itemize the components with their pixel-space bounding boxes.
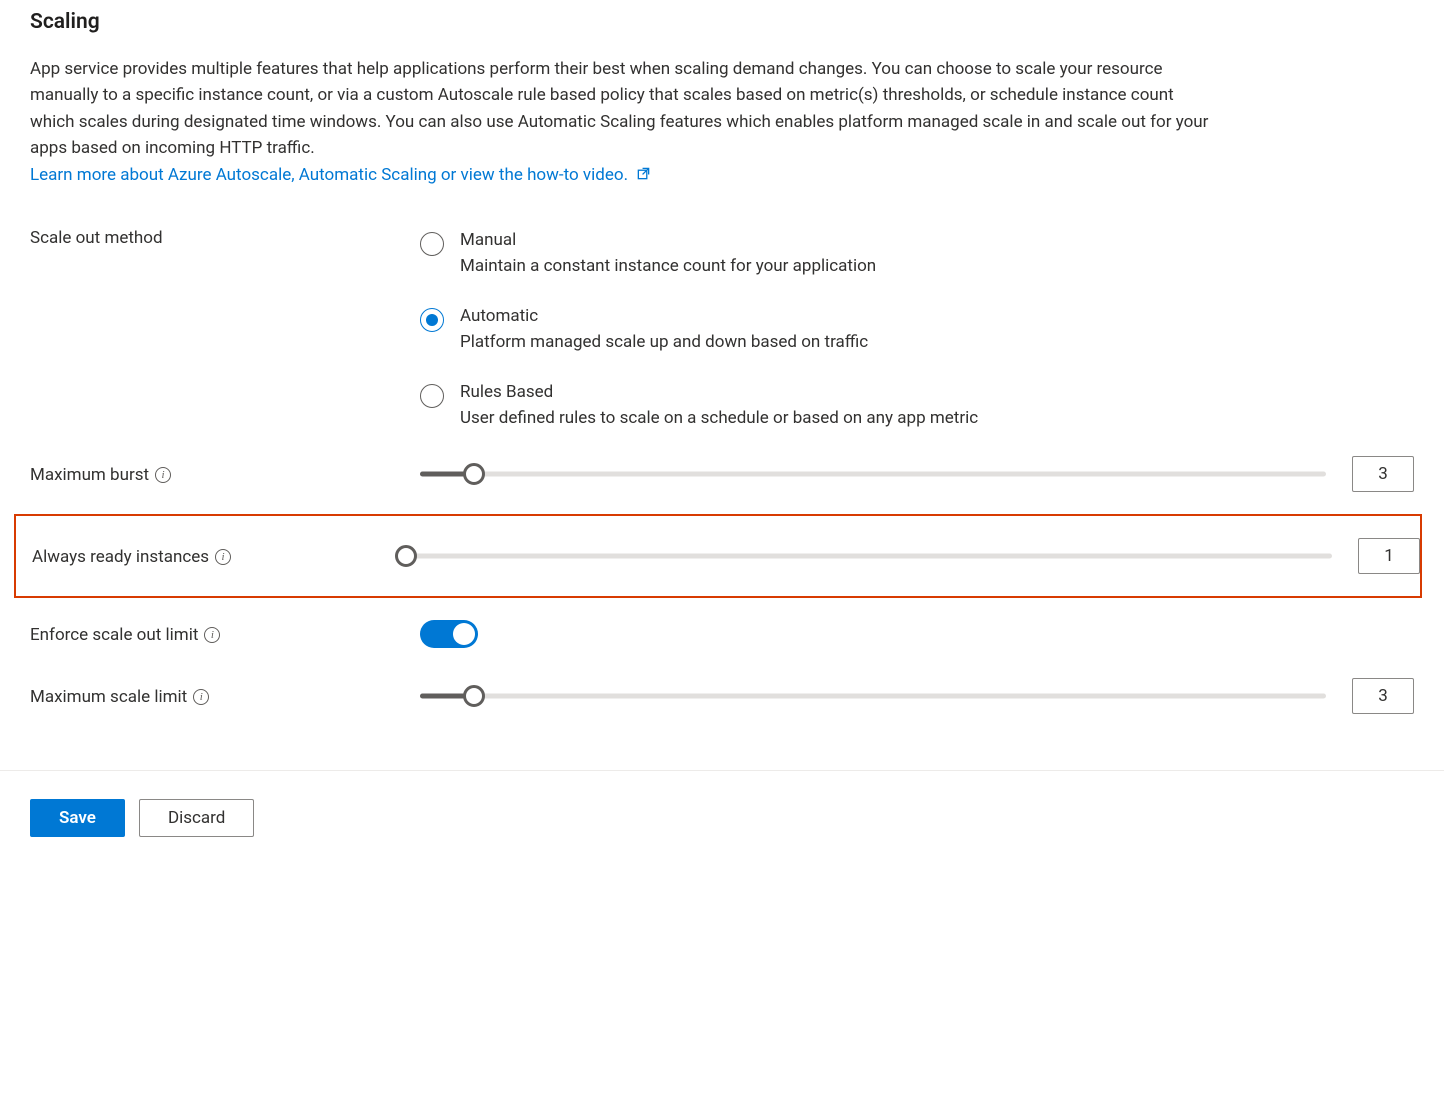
slider-thumb-icon[interactable]	[395, 545, 417, 567]
maximum-scale-limit-label: Maximum scale limit	[30, 687, 187, 707]
radio-icon	[420, 384, 444, 408]
discard-button[interactable]: Discard	[139, 799, 254, 837]
slider-track	[406, 554, 1332, 559]
radio-icon	[420, 232, 444, 256]
radio-subtitle: User defined rules to scale on a schedul…	[460, 408, 978, 428]
always-ready-value[interactable]: 1	[1358, 538, 1420, 574]
maximum-burst-slider[interactable]	[420, 463, 1326, 485]
radio-texts: Automatic Platform managed scale up and …	[460, 306, 868, 352]
maximum-burst-value[interactable]: 3	[1352, 456, 1414, 492]
slider-track	[420, 472, 1326, 477]
radio-option-automatic[interactable]: Automatic Platform managed scale up and …	[420, 306, 1414, 352]
footer-divider	[0, 770, 1444, 771]
radio-title: Automatic	[460, 306, 868, 326]
learn-more-link[interactable]: Learn more about Azure Autoscale, Automa…	[30, 165, 651, 185]
radio-option-rules-based[interactable]: Rules Based User defined rules to scale …	[420, 382, 1414, 428]
radio-title: Manual	[460, 230, 876, 250]
info-icon[interactable]: i	[155, 467, 171, 483]
always-ready-highlight: Always ready instances i 1	[14, 514, 1422, 598]
maximum-scale-limit-value[interactable]: 3	[1352, 678, 1414, 714]
save-button[interactable]: Save	[30, 799, 125, 837]
maximum-burst-label: Maximum burst	[30, 465, 149, 485]
radio-subtitle: Maintain a constant instance count for y…	[460, 256, 876, 276]
info-icon[interactable]: i	[204, 627, 220, 643]
radio-subtitle: Platform managed scale up and down based…	[460, 332, 868, 352]
radio-texts: Rules Based User defined rules to scale …	[460, 382, 978, 428]
info-icon[interactable]: i	[193, 689, 209, 705]
radio-option-manual[interactable]: Manual Maintain a constant instance coun…	[420, 230, 1414, 276]
maximum-scale-limit-slider[interactable]	[420, 685, 1326, 707]
radio-texts: Manual Maintain a constant instance coun…	[460, 230, 876, 276]
radio-title: Rules Based	[460, 382, 978, 402]
slider-thumb-icon[interactable]	[463, 463, 485, 485]
enforce-scale-out-limit-toggle[interactable]	[420, 620, 478, 648]
slider-track	[420, 694, 1326, 699]
toggle-knob-icon	[453, 623, 475, 645]
radio-dot-icon	[426, 314, 438, 326]
always-ready-label: Always ready instances	[32, 547, 209, 567]
external-link-icon	[636, 166, 651, 186]
radio-icon	[420, 308, 444, 332]
info-icon[interactable]: i	[215, 549, 231, 565]
always-ready-slider[interactable]	[406, 545, 1332, 567]
scale-out-method-label: Scale out method	[30, 226, 420, 248]
enforce-scale-out-limit-label: Enforce scale out limit	[30, 625, 198, 645]
scaling-description: App service provides multiple features t…	[30, 56, 1210, 161]
learn-more-text: Learn more about Azure Autoscale, Automa…	[30, 165, 628, 185]
page-title: Scaling	[30, 10, 1414, 34]
slider-thumb-icon[interactable]	[463, 685, 485, 707]
scale-out-method-group: Manual Maintain a constant instance coun…	[420, 226, 1414, 428]
